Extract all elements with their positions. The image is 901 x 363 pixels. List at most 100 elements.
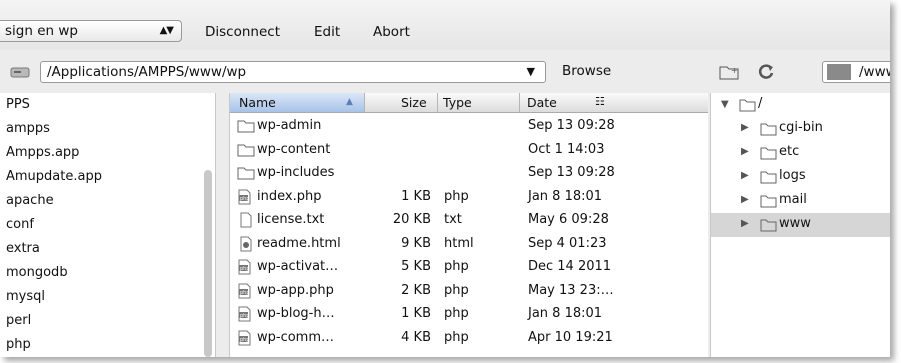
- folder-icon: [760, 147, 777, 160]
- disconnect-button[interactable]: Disconnect: [205, 24, 280, 40]
- table-row[interactable]: wp-includes Sep 13 09:28: [230, 162, 708, 185]
- remote-tree-label: cgi-bin: [779, 120, 823, 135]
- expand-triangle-icon[interactable]: ▶: [741, 146, 749, 157]
- file-name-cell: wp-activat…: [257, 259, 339, 274]
- abort-button[interactable]: Abort: [373, 24, 410, 40]
- svg-text:+: +: [731, 66, 738, 75]
- file-name-cell: wp-content: [257, 141, 331, 157]
- tree-item[interactable]: mongodb: [6, 265, 68, 280]
- file-name-cell: license.txt: [257, 212, 325, 227]
- tree-item[interactable]: Ampps.app: [6, 145, 79, 160]
- remote-tree-item[interactable]: ▶ mail: [711, 189, 890, 213]
- folder-icon: [739, 99, 756, 112]
- ftp-window: sign en wp ▲▼ Disconnect Edit Abort /App…: [0, 0, 890, 357]
- svg-text:php: php: [240, 290, 250, 296]
- tree-item[interactable]: php: [6, 337, 31, 352]
- remote-root-label: /: [758, 96, 763, 111]
- size-column-label[interactable]: Size: [401, 95, 427, 110]
- file-size-cell: 9 KB: [401, 235, 431, 251]
- type-column-label[interactable]: Type: [443, 95, 472, 110]
- file-date-cell: Sep 13 09:28: [528, 165, 615, 180]
- remote-tree-label: etc: [779, 144, 800, 159]
- tree-item[interactable]: PPS: [6, 97, 30, 112]
- remote-tree-label: mail: [779, 192, 807, 207]
- remote-tree-item[interactable]: ▶ logs: [711, 165, 890, 189]
- file-name-cell: index.php: [257, 188, 322, 204]
- file-type-cell: txt: [444, 212, 462, 227]
- file-size-cell: 1 KB: [401, 306, 431, 321]
- dropdown-arrow-icon[interactable]: ▼: [527, 62, 535, 82]
- remote-tree-item[interactable]: ▶ cgi-bin: [711, 117, 890, 141]
- select-arrows-icon: ▲▼: [159, 25, 174, 36]
- remote-folder-tree: ▼ / ▶ cgi-bin ▶ etc ▶ logs ▶ mail ▶ www: [710, 93, 890, 357]
- table-row[interactable]: php index.php 1 KB php Jan 8 18:01: [230, 186, 708, 209]
- remote-tree-item[interactable]: ▶ etc: [711, 141, 890, 165]
- new-folder-icon[interactable]: +: [719, 63, 741, 81]
- table-row[interactable]: php wp-comm… 4 KB php Apr 10 19:21: [230, 327, 708, 350]
- file-date-cell: Jan 8 18:01: [528, 306, 603, 321]
- refresh-icon[interactable]: [756, 62, 776, 82]
- file-type-cell: html: [444, 235, 474, 251]
- tree-item[interactable]: mysql: [6, 289, 45, 304]
- file-list-header: Name ▲ Size Type Date ☷: [230, 93, 708, 113]
- remote-root-row[interactable]: ▼ /: [711, 93, 890, 117]
- file-name-cell: wp-comm…: [257, 329, 335, 345]
- svg-text:php: php: [240, 313, 250, 319]
- hard-drive-icon[interactable]: [10, 62, 30, 82]
- expand-triangle-icon[interactable]: ▼: [721, 99, 729, 110]
- file-name-cell: wp-app.php: [257, 282, 334, 298]
- file-name-cell: wp-blog-h…: [257, 306, 335, 321]
- table-row[interactable]: license.txt 20 KB txt May 6 09:28: [230, 209, 708, 232]
- vertical-scrollbar[interactable]: [204, 170, 212, 357]
- tree-item[interactable]: conf: [6, 217, 34, 232]
- file-size-cell: 1 KB: [401, 188, 431, 204]
- tree-item[interactable]: Amupdate.app: [6, 169, 102, 184]
- tree-item[interactable]: extra: [6, 241, 40, 256]
- expand-triangle-icon[interactable]: ▶: [741, 218, 749, 229]
- svg-text:php: php: [240, 337, 250, 343]
- tree-item[interactable]: perl: [6, 313, 31, 328]
- svg-text:php: php: [240, 196, 250, 202]
- remote-tree-label: logs: [779, 168, 806, 183]
- file-name-cell: wp-admin: [257, 118, 322, 133]
- table-row[interactable]: php wp-blog-h… 1 KB php Jan 8 18:01: [230, 303, 708, 326]
- top-toolbar: sign en wp ▲▼ Disconnect Edit Abort: [0, 0, 890, 50]
- file-type-cell: php: [444, 329, 469, 345]
- file-size-cell: 4 KB: [401, 329, 431, 345]
- column-separator: [364, 93, 365, 112]
- site-select-value: sign en wp: [5, 23, 78, 39]
- file-date-cell: Apr 10 19:21: [528, 329, 613, 345]
- table-row[interactable]: wp-content Oct 1 14:03: [230, 139, 708, 162]
- remote-path-value: /www: [859, 64, 890, 80]
- column-options-icon[interactable]: ☷: [595, 95, 605, 108]
- table-row[interactable]: wp-admin Sep 13 09:28: [230, 115, 708, 138]
- browse-button[interactable]: Browse: [562, 63, 611, 79]
- svg-text:php: php: [240, 266, 250, 272]
- remote-tree-label: www: [779, 216, 811, 231]
- edit-button[interactable]: Edit: [314, 24, 340, 40]
- remote-tree-item[interactable]: ▶ www: [711, 213, 890, 237]
- file-name-cell: readme.html: [257, 235, 341, 251]
- expand-triangle-icon[interactable]: ▶: [741, 122, 749, 133]
- table-row[interactable]: php wp-activat… 5 KB php Dec 14 2011: [230, 256, 708, 279]
- site-select[interactable]: sign en wp ▲▼: [0, 20, 182, 42]
- file-date-cell: Jan 8 18:01: [528, 188, 603, 204]
- file-type-cell: php: [444, 282, 469, 298]
- local-path-input[interactable]: /Applications/AMPPS/www/wp ▼: [40, 61, 546, 83]
- remote-path-input[interactable]: /www: [822, 61, 890, 83]
- tree-item[interactable]: ampps: [6, 121, 50, 136]
- folder-icon: [760, 171, 777, 184]
- local-file-list: Name ▲ Size Type Date ☷ wp-admin Sep 13 0…: [229, 93, 708, 357]
- file-type-cell: php: [444, 306, 469, 321]
- expand-triangle-icon[interactable]: ▶: [741, 170, 749, 181]
- file-date-cell: May 6 09:28: [528, 212, 609, 227]
- table-row[interactable]: php wp-app.php 2 KB php May 13 23:…: [230, 280, 708, 303]
- file-date-cell: Sep 4 01:23: [528, 235, 607, 251]
- file-name-cell: wp-includes: [257, 165, 335, 180]
- date-column-label[interactable]: Date: [527, 95, 557, 110]
- expand-triangle-icon[interactable]: ▶: [741, 194, 749, 205]
- table-row[interactable]: readme.html 9 KB html Sep 4 01:23: [230, 233, 708, 256]
- name-column-label[interactable]: Name: [239, 95, 276, 110]
- local-path-value: /Applications/AMPPS/www/wp: [47, 64, 247, 80]
- tree-item[interactable]: apache: [6, 193, 54, 208]
